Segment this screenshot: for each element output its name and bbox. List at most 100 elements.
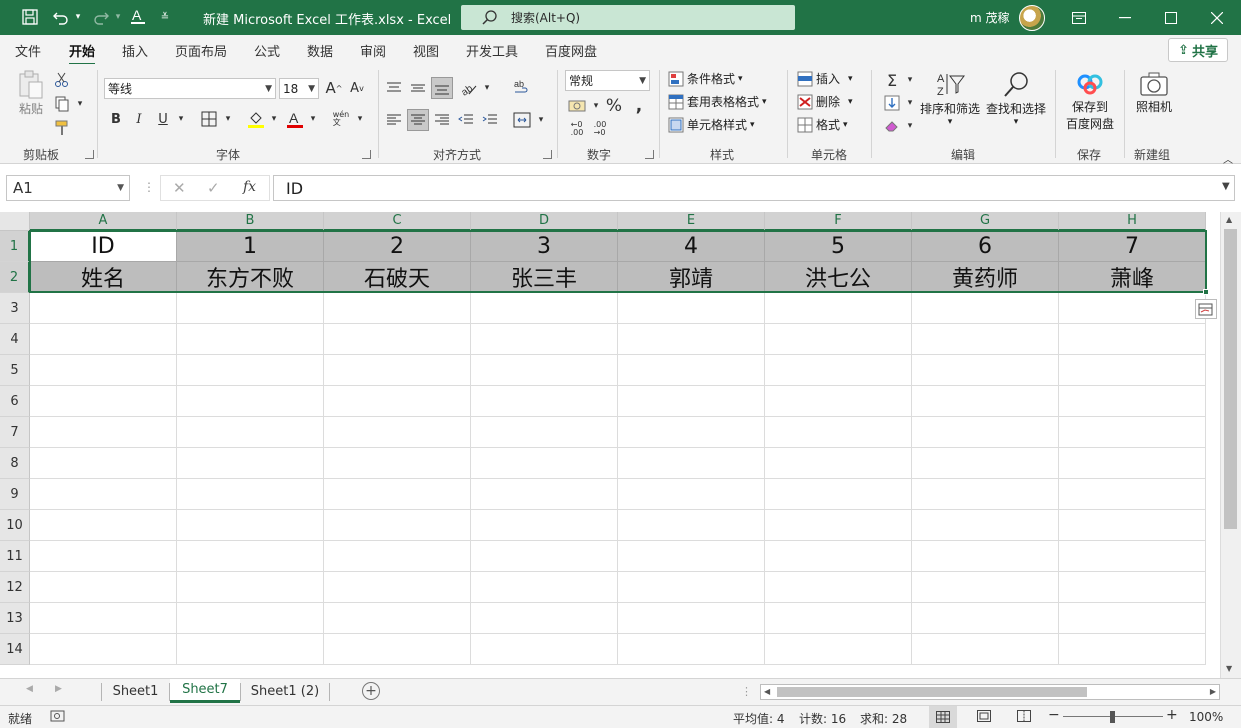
- cell-e7[interactable]: [618, 417, 765, 448]
- borders-dropdown-icon[interactable]: ▾: [218, 109, 238, 129]
- cell-f3[interactable]: [765, 293, 912, 324]
- name-box[interactable]: A1 ▼: [6, 175, 130, 201]
- font-size-select[interactable]: 18 ▼: [279, 78, 319, 99]
- comma-style-icon[interactable]: ,: [629, 96, 649, 116]
- number-launcher-icon[interactable]: [645, 150, 654, 159]
- tab-formulas[interactable]: 公式: [254, 41, 280, 60]
- cell-b3[interactable]: [177, 293, 324, 324]
- sheet-tab-sheet1[interactable]: Sheet1: [102, 679, 169, 703]
- cell-c7[interactable]: [324, 417, 471, 448]
- merge-dropdown-icon[interactable]: ▾: [531, 110, 551, 130]
- cell-f10[interactable]: [765, 510, 912, 541]
- cell-d5[interactable]: [471, 355, 618, 386]
- cell-b11[interactable]: [177, 541, 324, 572]
- cell-f8[interactable]: [765, 448, 912, 479]
- cell-g11[interactable]: [912, 541, 1059, 572]
- page-layout-view-icon[interactable]: [977, 710, 991, 725]
- zoom-level[interactable]: 100%: [1189, 710, 1223, 724]
- cell-c14[interactable]: [324, 634, 471, 665]
- cell-d12[interactable]: [471, 572, 618, 603]
- cell-c4[interactable]: [324, 324, 471, 355]
- cell-d8[interactable]: [471, 448, 618, 479]
- formula-input[interactable]: ID: [273, 175, 1235, 201]
- quick-analysis-button[interactable]: [1195, 299, 1217, 319]
- cell-g13[interactable]: [912, 603, 1059, 634]
- normal-view-icon[interactable]: [929, 706, 957, 728]
- zoom-out-icon[interactable]: −: [1048, 707, 1060, 723]
- sheet-tab-sheet7[interactable]: Sheet7: [170, 679, 240, 703]
- cell-d10[interactable]: [471, 510, 618, 541]
- percent-icon[interactable]: %: [604, 96, 624, 116]
- number-format-select[interactable]: 常规 ▼: [565, 70, 650, 91]
- vertical-scrollbar[interactable]: ▲ ▼: [1220, 212, 1241, 678]
- prev-sheet-icon[interactable]: ◀: [26, 684, 33, 694]
- cell-d3[interactable]: [471, 293, 618, 324]
- cell-a4[interactable]: [30, 324, 177, 355]
- format-cells-button[interactable]: 格式 ▾: [797, 116, 848, 133]
- fill-icon[interactable]: [882, 93, 902, 113]
- column-header-b[interactable]: B: [177, 212, 324, 231]
- cell-d7[interactable]: [471, 417, 618, 448]
- fill-dropdown-icon[interactable]: ▾: [900, 93, 920, 113]
- maximize-icon[interactable]: [1148, 0, 1194, 35]
- share-button[interactable]: ⇪ 共享: [1168, 38, 1228, 62]
- cell-h2[interactable]: 萧峰: [1059, 262, 1206, 293]
- delete-cells-button[interactable]: 删除 ▾: [797, 93, 853, 110]
- cell-f9[interactable]: [765, 479, 912, 510]
- row-header-12[interactable]: 12: [0, 572, 30, 603]
- increase-indent-icon[interactable]: [480, 110, 500, 130]
- cell-b9[interactable]: [177, 479, 324, 510]
- enter-icon[interactable]: ✓: [207, 179, 220, 197]
- increase-decimal-icon[interactable]: ←0.00: [567, 119, 587, 139]
- minimize-icon[interactable]: [1102, 0, 1148, 35]
- cell-h9[interactable]: [1059, 479, 1206, 510]
- tab-baidu-netdisk[interactable]: 百度网盘: [545, 41, 597, 60]
- cell-b6[interactable]: [177, 386, 324, 417]
- sort-filter-button[interactable]: AZ 排序和筛选 ▾: [918, 70, 982, 140]
- save-icon[interactable]: [18, 6, 42, 28]
- row-header-10[interactable]: 10: [0, 510, 30, 541]
- clear-dropdown-icon[interactable]: ▾: [900, 116, 920, 136]
- column-header-f[interactable]: F: [765, 212, 912, 231]
- cell-b10[interactable]: [177, 510, 324, 541]
- row-header-9[interactable]: 9: [0, 479, 30, 510]
- paste-button[interactable]: 粘贴: [16, 70, 46, 128]
- row-header-3[interactable]: 3: [0, 293, 30, 324]
- cell-h5[interactable]: [1059, 355, 1206, 386]
- fill-handle[interactable]: [1203, 289, 1209, 295]
- align-center-icon[interactable]: [407, 109, 429, 131]
- decrease-indent-icon[interactable]: [456, 110, 476, 130]
- cell-d2[interactable]: 张三丰: [471, 262, 618, 293]
- cell-f12[interactable]: [765, 572, 912, 603]
- cell-f11[interactable]: [765, 541, 912, 572]
- cell-e6[interactable]: [618, 386, 765, 417]
- cell-g3[interactable]: [912, 293, 1059, 324]
- cell-e4[interactable]: [618, 324, 765, 355]
- font-color-icon[interactable]: A: [285, 109, 305, 129]
- cell-h4[interactable]: [1059, 324, 1206, 355]
- tab-developer[interactable]: 开发工具: [466, 41, 518, 60]
- cell-h1[interactable]: 7: [1059, 231, 1206, 262]
- phonetic-dropdown-icon[interactable]: ▾: [350, 109, 370, 129]
- scroll-split-grip-icon[interactable]: ⋮: [741, 685, 752, 698]
- cell-e11[interactable]: [618, 541, 765, 572]
- tab-home[interactable]: 开始: [69, 41, 96, 66]
- search-box[interactable]: 搜索(Alt+Q): [461, 5, 795, 30]
- underline-icon[interactable]: U: [153, 109, 173, 129]
- cell-d6[interactable]: [471, 386, 618, 417]
- cell-h11[interactable]: [1059, 541, 1206, 572]
- formula-bar-grip-icon[interactable]: ⋮: [143, 180, 155, 194]
- cell-styles-button[interactable]: 单元格样式 ▾: [668, 116, 755, 133]
- tab-insert[interactable]: 插入: [122, 41, 148, 60]
- insert-function-icon[interactable]: fx: [243, 179, 256, 195]
- cell-a11[interactable]: [30, 541, 177, 572]
- cell-b4[interactable]: [177, 324, 324, 355]
- expand-formula-bar-icon[interactable]: ▼: [1222, 181, 1230, 192]
- increase-font-icon[interactable]: A ^: [324, 78, 344, 98]
- cell-f1[interactable]: 5: [765, 231, 912, 262]
- cell-g2[interactable]: 黄药师: [912, 262, 1059, 293]
- orientation-dropdown-icon[interactable]: ▾: [477, 78, 497, 98]
- cell-d14[interactable]: [471, 634, 618, 665]
- cell-g9[interactable]: [912, 479, 1059, 510]
- scroll-up-icon[interactable]: ▲: [1226, 215, 1232, 224]
